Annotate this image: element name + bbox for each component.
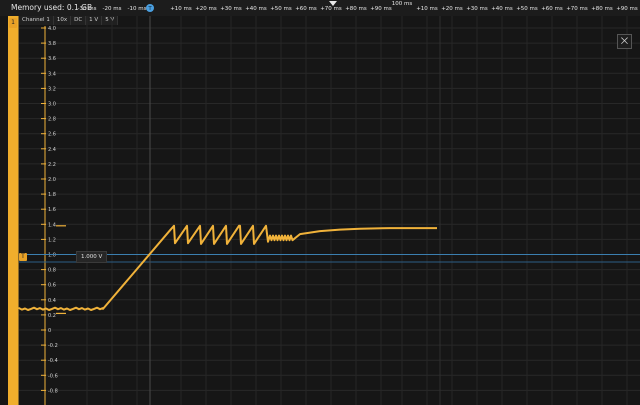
voltage-tick-label: -0.4 <box>48 358 58 364</box>
voltage-tick-label: 2.2 <box>48 162 56 168</box>
time-tick-label: +70 ms <box>320 6 342 12</box>
voltage-tick-label: 0 <box>48 328 51 334</box>
voltage-tick-label: 3.6 <box>48 56 56 62</box>
time-tick-label: +40 ms <box>245 6 267 12</box>
voltage-tick-label: 2.6 <box>48 132 56 138</box>
channel-1-waveform <box>18 224 437 311</box>
time-tick-label: 100 ms <box>392 1 413 7</box>
time-tick-label: -20 ms <box>103 6 122 12</box>
voltage-tick-label: 3.2 <box>48 86 56 92</box>
trigger-level-label: 1.000 V <box>76 251 108 263</box>
plot-grid <box>19 16 640 405</box>
time-tick-label: +50 ms <box>270 6 292 12</box>
voltage-tick-label: -0.6 <box>48 373 58 379</box>
voltage-tick-label: 0.2 <box>48 313 56 319</box>
time-tick-label: +60 ms <box>541 6 563 12</box>
voltage-tick-label: 1.6 <box>48 207 56 213</box>
voltage-tick-label: 1.8 <box>48 192 56 198</box>
time-tick-label: +20 ms <box>195 6 217 12</box>
time-tick-label: +50 ms <box>516 6 538 12</box>
voltage-tick-label: 0.8 <box>48 268 56 274</box>
time-tick-label: +10 ms <box>170 6 192 12</box>
svg-text:T: T <box>147 6 152 12</box>
voltage-tick-label: 4.0 <box>48 26 56 32</box>
time-tick-label: +10 ms <box>416 6 438 12</box>
time-axis: -30 ms -20 ms -10 ms +10 ms +20 ms +30 ms +40 … <box>78 1 638 12</box>
time-tick-label: +80 ms <box>345 6 367 12</box>
time-tick-label: -30 ms <box>78 6 97 12</box>
time-tick-label: +60 ms <box>295 6 317 12</box>
voltage-tick-label: 3.8 <box>48 41 56 47</box>
voltage-tick-label: 2.8 <box>48 117 56 123</box>
voltage-tick-label: 2.0 <box>48 177 56 183</box>
time-tick-label: +30 ms <box>466 6 488 12</box>
time-tick-label: +20 ms <box>441 6 463 12</box>
voltage-tick-label: 0.4 <box>48 298 56 304</box>
time-tick-label: +40 ms <box>491 6 513 12</box>
voltage-tick-label: -0.8 <box>48 388 58 394</box>
voltage-tick-label: 0.6 <box>48 283 56 289</box>
voltage-tick-label: 1.0 <box>48 253 56 259</box>
voltage-tick-label: 3.0 <box>48 102 56 108</box>
voltage-tick-label: 1.4 <box>48 222 56 228</box>
voltage-tick-label: 2.4 <box>48 147 56 153</box>
voltage-tick-label: 3.4 <box>48 71 56 77</box>
voltage-tick-label: -0.2 <box>48 343 58 349</box>
waveform-plot[interactable]: -30 ms -20 ms -10 ms +10 ms +20 ms +30 ms +40 … <box>0 0 640 405</box>
time-tick-label: -10 ms <box>128 6 147 12</box>
time-tick-label: +30 ms <box>220 6 242 12</box>
voltage-axis: 4.0 3.8 3.6 3.4 3.2 3.0 2.8 2.6 2.4 2.2 2.0 1.8 1.6 1… <box>41 26 58 405</box>
time-tick-label: +90 ms <box>616 6 638 12</box>
time-tick-label: +90 ms <box>370 6 392 12</box>
trigger-level-marker[interactable]: T <box>19 253 27 261</box>
voltage-tick-label: 1.2 <box>48 237 56 243</box>
time-tick-label: +80 ms <box>591 6 613 12</box>
time-origin-marker: T <box>146 4 154 12</box>
time-tick-label: +70 ms <box>566 6 588 12</box>
zoom-fit-icon[interactable]: ⨉ <box>617 34 632 49</box>
